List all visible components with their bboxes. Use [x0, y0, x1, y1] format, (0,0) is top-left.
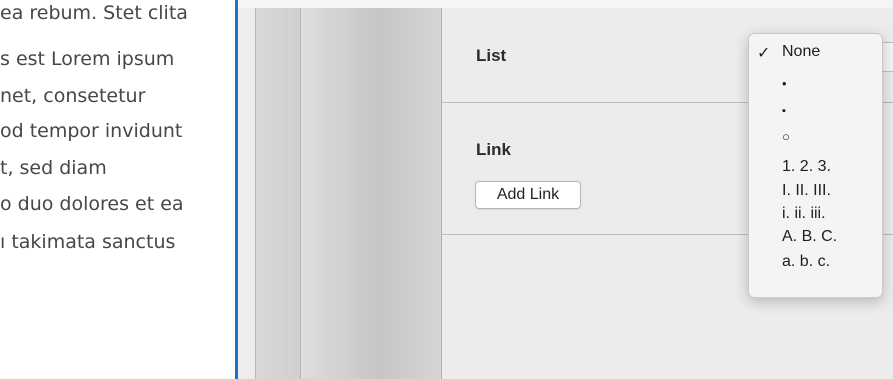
- bullet-icon: •: [782, 76, 787, 91]
- menu-item-decimal[interactable]: 1. 2. 3.: [749, 158, 884, 182]
- text-line: od tempor invidunt: [0, 120, 183, 142]
- top-strip: [238, 0, 893, 8]
- text-line: net, consetetur: [0, 85, 146, 107]
- menu-item-label: None: [782, 43, 821, 60]
- menu-item-none[interactable]: ✓ None: [749, 43, 884, 67]
- menu-item-label: a. b. c.: [782, 253, 831, 270]
- menu-item-label: i. ii. iii.: [782, 205, 826, 222]
- text-line: ı takimata sanctus: [0, 231, 176, 253]
- menu-item-circle[interactable]: ○: [749, 124, 884, 148]
- list-style-menu: ✓ None • ▪ ○ 1. 2. 3. I. II. III. i. ii.…: [748, 33, 883, 298]
- list-label: List: [476, 46, 507, 65]
- menu-item-upper-alpha[interactable]: A. B. C.: [749, 228, 884, 252]
- menu-item-lower-roman[interactable]: i. ii. iii.: [749, 205, 884, 229]
- scroll-gutter: [238, 0, 256, 379]
- document-text-column: ea rebum. Stet clita s est Lorem ipsum n…: [0, 0, 236, 379]
- menu-item-bullet[interactable]: •: [749, 72, 884, 96]
- add-link-button[interactable]: Add Link: [475, 181, 581, 209]
- text-line: o duo dolores et ea: [0, 193, 184, 215]
- menu-item-upper-roman[interactable]: I. II. III.: [749, 182, 884, 206]
- menu-item-label: 1. 2. 3.: [782, 158, 831, 175]
- text-line: t, sed diam: [0, 157, 107, 179]
- text-line: s est Lorem ipsum: [0, 48, 175, 70]
- link-label: Link: [476, 140, 511, 159]
- menu-item-square[interactable]: ▪: [749, 99, 884, 123]
- text-line: ea rebum. Stet clita: [0, 2, 188, 24]
- menu-item-lower-alpha[interactable]: a. b. c.: [749, 253, 884, 277]
- square-bullet-icon: ▪: [782, 105, 786, 117]
- menu-item-label: A. B. C.: [782, 228, 838, 245]
- checkmark-icon: ✓: [757, 45, 771, 62]
- menu-item-label: I. II. III.: [782, 182, 831, 199]
- sidebar-panel: [256, 0, 301, 379]
- inspector-gutter: [301, 0, 441, 379]
- circle-bullet-icon: ○: [782, 129, 790, 144]
